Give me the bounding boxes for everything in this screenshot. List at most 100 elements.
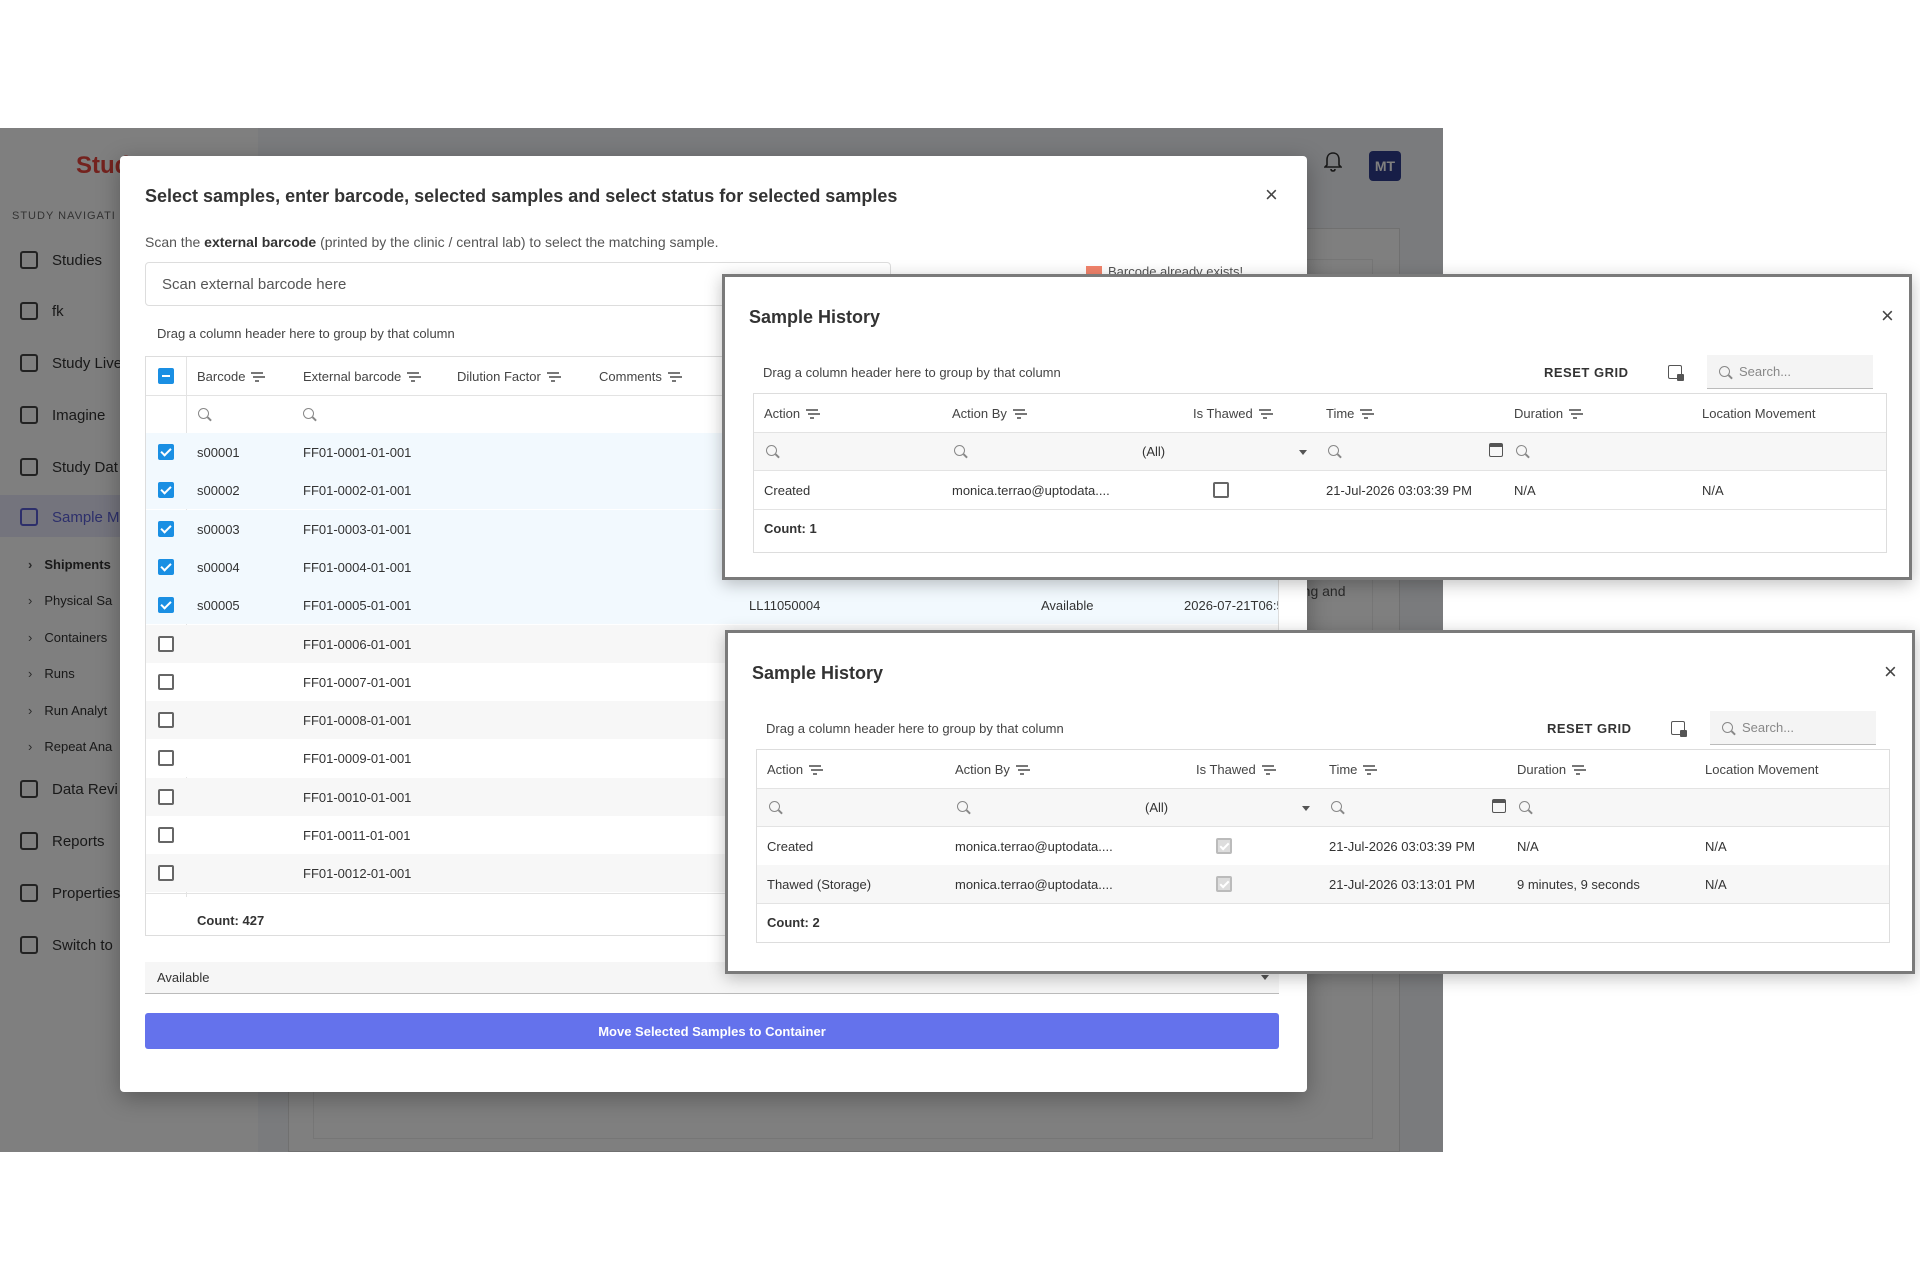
calendar-icon[interactable] [1492, 799, 1506, 813]
is-thawed-filter-select[interactable]: (All) [1142, 444, 1165, 459]
column-header-time[interactable]: Time [1329, 762, 1376, 777]
reset-grid-button[interactable]: RESET GRID [1544, 365, 1628, 380]
filter-icon[interactable] [546, 372, 559, 382]
column-header-external-barcode[interactable]: External barcode [303, 369, 420, 384]
external-barcode-cell: FF01-0002-01-001 [303, 483, 412, 499]
move-to-container-button[interactable]: Move Selected Samples to Container [145, 1013, 1279, 1049]
filter-icon[interactable] [1015, 765, 1028, 775]
search-icon[interactable] [198, 408, 209, 419]
filter-icon[interactable] [1258, 409, 1271, 419]
column-header-action-by[interactable]: Action By [952, 406, 1025, 421]
column-header-comments[interactable]: Comments [599, 369, 680, 384]
status-cell: Available [1041, 598, 1094, 614]
sample-history-dialog-1: Sample History × Drag a column header he… [722, 274, 1912, 580]
search-icon [1722, 722, 1733, 733]
is-thawed-checkbox [1216, 838, 1232, 854]
search-icon[interactable] [303, 408, 314, 419]
row-checkbox[interactable] [158, 597, 174, 614]
barcode-cell: s00003 [197, 521, 240, 537]
external-barcode-cell: FF01-0007-01-001 [303, 674, 412, 690]
external-barcode-cell: FF01-0009-01-001 [303, 751, 412, 767]
dialog-title: Sample History [752, 663, 884, 683]
column-header-action[interactable]: Action [767, 762, 822, 777]
row-checkbox[interactable] [158, 482, 174, 499]
location-cell: N/A [1702, 483, 1724, 498]
filter-icon[interactable] [1569, 409, 1582, 419]
column-header-is-thawed[interactable]: Is Thawed [1193, 406, 1271, 421]
filter-icon[interactable] [1572, 765, 1585, 775]
grid-search-input[interactable]: Search... [1710, 711, 1876, 745]
column-header-barcode[interactable]: Barcode [197, 369, 264, 384]
row-checkbox[interactable] [158, 788, 174, 805]
column-header-duration[interactable]: Duration [1514, 406, 1582, 421]
filter-row [754, 433, 1886, 470]
reset-grid-button[interactable]: RESET GRID [1547, 721, 1631, 736]
search-icon[interactable] [957, 801, 968, 812]
close-icon[interactable]: × [1881, 305, 1894, 327]
chevron-down-icon [1302, 806, 1310, 811]
row-checkbox[interactable] [158, 520, 174, 537]
external-barcode-cell: FF01-0008-01-001 [303, 713, 412, 729]
filter-icon[interactable] [809, 765, 822, 775]
search-icon[interactable] [1519, 801, 1530, 812]
column-chooser-icon[interactable] [1671, 721, 1687, 737]
barcode-cell: s00004 [197, 559, 240, 575]
filter-icon[interactable] [806, 409, 819, 419]
search-icon[interactable] [769, 801, 780, 812]
row-checkbox[interactable] [158, 827, 174, 843]
filter-icon[interactable] [667, 372, 680, 382]
select-all-checkbox[interactable] [158, 368, 174, 384]
search-icon[interactable] [1331, 801, 1342, 812]
column-header-dilution-factor[interactable]: Dilution Factor [457, 369, 559, 384]
external-barcode-cell: FF01-0011-01-001 [303, 828, 411, 843]
close-icon[interactable]: × [1884, 661, 1897, 683]
row-checkbox[interactable] [158, 444, 174, 460]
grid-search-input[interactable]: Search... [1707, 355, 1873, 389]
history-grid: Action Action By Is Thawed Time Duration Loca… [756, 749, 1890, 943]
column-header-time[interactable]: Time [1326, 406, 1373, 421]
search-icon[interactable] [1516, 445, 1527, 456]
row-checkbox[interactable] [158, 673, 174, 690]
close-icon[interactable]: × [1265, 184, 1278, 206]
filter-icon[interactable] [1363, 765, 1376, 775]
search-icon[interactable] [766, 445, 777, 456]
is-thawed-filter-select[interactable]: (All) [1145, 800, 1168, 815]
group-by-hint: Drag a column header here to group by th… [763, 365, 1061, 380]
filter-icon[interactable] [1360, 409, 1373, 419]
search-icon[interactable] [954, 445, 965, 456]
action-by-cell: monica.terrao@uptodata.... [955, 839, 1113, 854]
calendar-icon[interactable] [1489, 443, 1503, 457]
column-header-location-movement[interactable]: Location Movement [1705, 762, 1818, 777]
filter-icon[interactable] [1261, 765, 1274, 775]
filter-icon[interactable] [251, 372, 264, 382]
row-count: Count: 2 [767, 915, 820, 930]
column-header-is-thawed[interactable]: Is Thawed [1196, 762, 1274, 777]
search-icon[interactable] [1328, 445, 1339, 456]
divider [757, 903, 1889, 904]
row-checkbox[interactable] [158, 558, 174, 575]
location-cell: N/A [1705, 877, 1727, 892]
action-cell: Thawed (Storage) [767, 877, 872, 892]
time-cell: 21-Jul-2026 03:13:01 PM [1329, 877, 1475, 892]
duration-cell: N/A [1517, 839, 1539, 854]
time-cell: 21-Jul-2026 03:03:39 PM [1329, 839, 1475, 854]
barcode-cell: s00002 [197, 483, 240, 499]
barcode-cell: s00005 [197, 598, 240, 614]
column-chooser-icon[interactable] [1668, 365, 1684, 381]
row-checkbox[interactable] [158, 750, 174, 767]
column-header-location-movement[interactable]: Location Movement [1702, 406, 1815, 421]
row-checkbox[interactable] [158, 712, 174, 729]
column-header-action-by[interactable]: Action By [955, 762, 1028, 777]
filter-icon[interactable] [1012, 409, 1025, 419]
external-barcode-cell: FF01-0010-01-001 [303, 789, 412, 805]
row-count: Count: 1 [764, 521, 817, 536]
dialog-title: Sample History [749, 307, 881, 327]
sample-history-dialog-2: Sample History × Drag a column header he… [725, 630, 1915, 974]
group-by-hint: Drag a column header here to group by th… [766, 721, 1064, 736]
is-thawed-checkbox [1216, 876, 1232, 892]
column-header-duration[interactable]: Duration [1517, 762, 1585, 777]
column-header-action[interactable]: Action [764, 406, 819, 421]
row-checkbox[interactable] [158, 635, 174, 652]
row-checkbox[interactable] [158, 865, 174, 882]
filter-icon[interactable] [407, 372, 420, 382]
